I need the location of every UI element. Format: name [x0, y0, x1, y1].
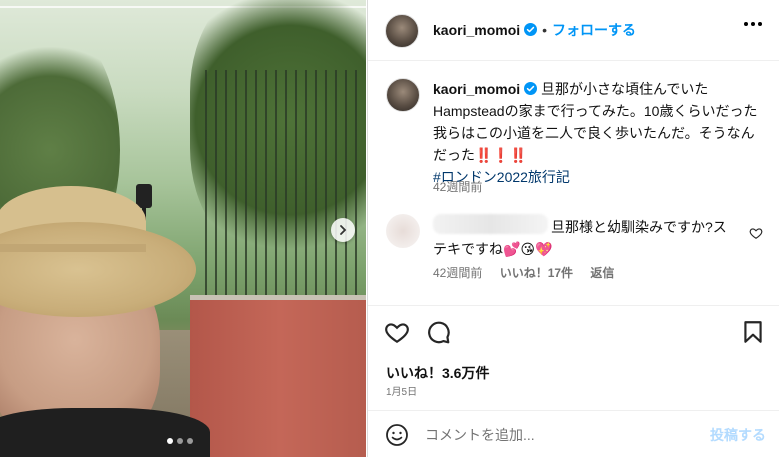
- photo-jacket: [0, 408, 210, 457]
- comment-input[interactable]: [423, 423, 697, 447]
- caption-username[interactable]: kaori_momoi: [433, 81, 520, 97]
- comment-like-heart-icon[interactable]: [749, 226, 763, 240]
- author-username[interactable]: kaori_momoi: [433, 22, 520, 38]
- post-details-panel: kaori_momoi • フォローする kaori_momoi 旦那が小さな頃住ん…: [367, 0, 779, 457]
- verified-badge-icon: [524, 82, 538, 95]
- carousel-indicator: [167, 438, 193, 444]
- photo-hat-brim: [0, 222, 196, 317]
- comment-timestamp[interactable]: 42週間前: [433, 266, 482, 280]
- next-photo-button[interactable]: [331, 218, 355, 242]
- caption-author-avatar[interactable]: [386, 78, 420, 112]
- chevron-right-icon: [340, 225, 347, 235]
- heart-icon[interactable]: [384, 319, 410, 345]
- carousel-dot-active: [167, 438, 173, 444]
- more-options-icon[interactable]: [744, 22, 762, 28]
- comment-text: 旦那様と幼馴染みですか?ステキですね💕😘💖: [433, 219, 727, 257]
- post-header: kaori_momoi • フォローする: [368, 0, 779, 61]
- verified-badge-icon: [524, 23, 538, 36]
- caption-body: kaori_momoi 旦那が小さな頃住んでいたHampsteadの家まで行って…: [433, 78, 763, 188]
- follow-button[interactable]: フォローする: [552, 22, 636, 38]
- header-separator: •: [542, 22, 548, 38]
- comment-icon[interactable]: [425, 319, 451, 345]
- post-photo[interactable]: [0, 0, 366, 457]
- photo-hat-band: [0, 244, 146, 252]
- carousel-dot: [177, 438, 183, 444]
- photo-brick-wall: [190, 300, 366, 457]
- comment-like-count[interactable]: いいね！17件: [500, 266, 573, 280]
- post-actions-section: いいね！3.6万件 1月5日 投稿する: [368, 305, 779, 456]
- commenter-avatar-blurred[interactable]: [386, 214, 420, 248]
- comment-meta: 42週間前 いいね！17件 返信: [433, 264, 628, 281]
- header-user-line: kaori_momoi • フォローする: [433, 20, 636, 40]
- post-date[interactable]: 1月5日: [386, 383, 417, 398]
- author-avatar[interactable]: [385, 14, 419, 48]
- photo-lamp: [136, 184, 152, 208]
- photo-fence: [205, 70, 365, 310]
- caption-timestamp[interactable]: 42週間前: [433, 178, 482, 195]
- add-comment-bar: 投稿する: [368, 410, 779, 457]
- instagram-post-view: kaori_momoi • フォローする kaori_momoi 旦那が小さな頃住ん…: [0, 0, 779, 457]
- post-like-count[interactable]: いいね！3.6万件: [386, 363, 489, 383]
- carousel-dot: [187, 438, 193, 444]
- comment-reply-button[interactable]: 返信: [590, 266, 614, 280]
- emoji-icon[interactable]: [385, 423, 409, 447]
- save-bookmark-icon[interactable]: [740, 319, 766, 345]
- post-comment-button[interactable]: 投稿する: [710, 425, 766, 445]
